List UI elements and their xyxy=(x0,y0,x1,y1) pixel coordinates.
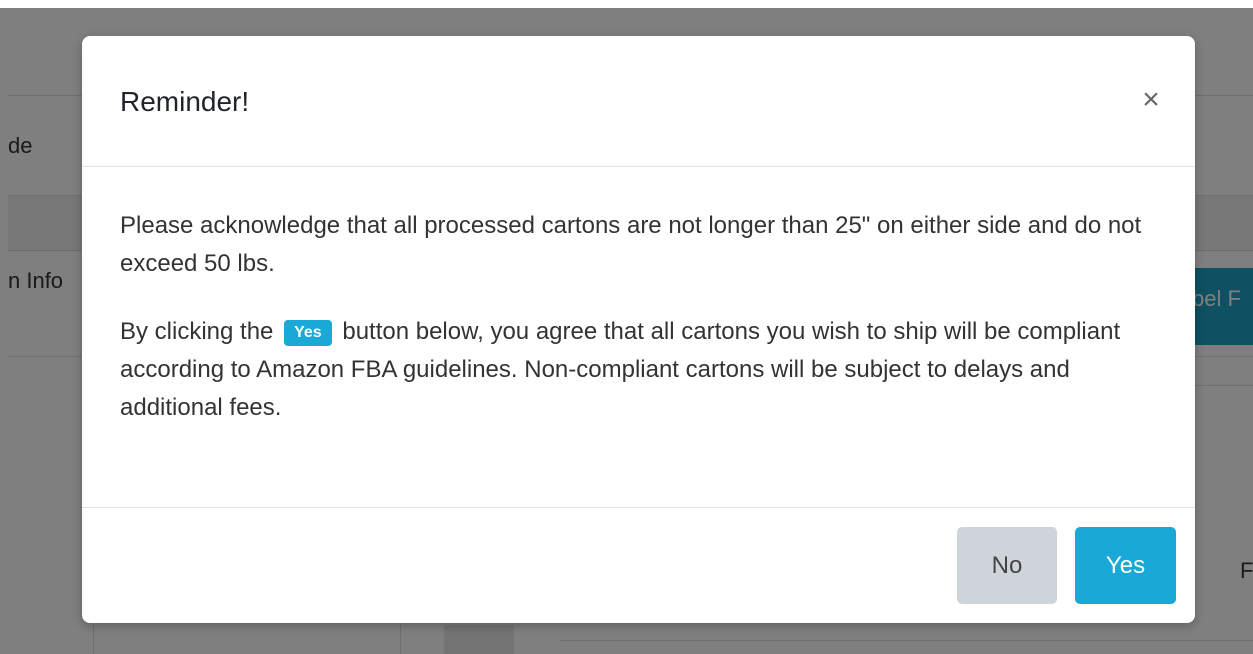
no-button[interactable]: No xyxy=(957,527,1057,604)
reminder-modal: Reminder! × Please acknowledge that all … xyxy=(82,36,1195,623)
close-icon[interactable]: × xyxy=(1135,84,1167,116)
modal-title: Reminder! xyxy=(120,86,250,117)
agreement-text-start: By clicking the xyxy=(120,318,274,345)
agreement-text: By clicking the Yes button below, you ag… xyxy=(120,313,1157,427)
modal-footer: No Yes xyxy=(82,508,1195,623)
yes-button[interactable]: Yes xyxy=(1075,527,1176,604)
acknowledge-text: Please acknowledge that all processed ca… xyxy=(120,212,1142,277)
modal-body: Please acknowledge that all processed ca… xyxy=(82,167,1195,508)
modal-header: Reminder! × xyxy=(82,36,1195,167)
yes-badge: Yes xyxy=(284,320,332,346)
top-band xyxy=(0,0,1253,8)
